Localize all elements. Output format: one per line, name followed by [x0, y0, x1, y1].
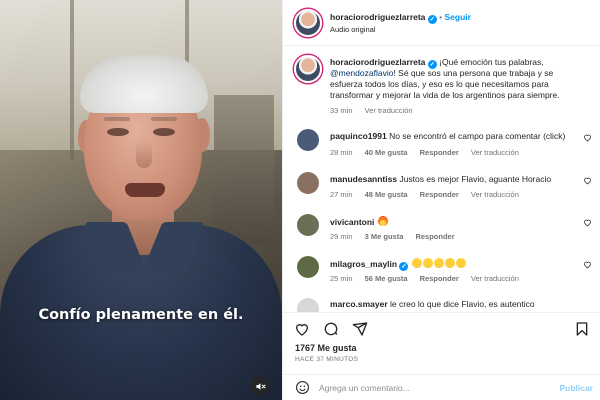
- person-eye: [107, 128, 129, 136]
- publish-button[interactable]: Publicar: [559, 383, 593, 393]
- post-timestamp: HACE 37 MINUTOS: [295, 356, 359, 363]
- post-header: horaciorodriguezlarreta ✓ • Seguir Audio…: [283, 0, 600, 46]
- caption-text: ¡Qué emoción tus palabras,: [439, 57, 544, 67]
- comment-time: 28 min: [330, 148, 353, 157]
- screaming-emoji-icon: [422, 258, 433, 268]
- screaming-emoji-icon: [455, 258, 466, 268]
- comment-text: le creo lo que dice Flavio, es autentico: [390, 299, 535, 309]
- fire-emoji-icon: [377, 216, 388, 226]
- see-translation-link[interactable]: Ver traducción: [471, 190, 519, 199]
- window-frame: [70, 0, 74, 160]
- commenter-username[interactable]: vivicantoni: [330, 217, 374, 227]
- comment-likes[interactable]: 56 Me gusta: [365, 274, 408, 283]
- comment-text: Justos es mejor Flavio, aguante Horacio: [399, 174, 552, 184]
- author-avatar[interactable]: [294, 9, 322, 37]
- caption-line-4: transformar y mejorar la vida de los arg…: [330, 90, 560, 100]
- follow-button[interactable]: Seguir: [445, 12, 471, 22]
- comment-time: 25 min: [330, 274, 353, 283]
- bookmark-icon[interactable]: [574, 321, 590, 337]
- commenter-username[interactable]: manudesanntiss: [330, 174, 397, 184]
- comment-like-heart-icon[interactable]: [583, 218, 592, 227]
- comment-meta: 27 min 48 Me gusta Responder Ver traducc…: [330, 190, 529, 199]
- comment-icon[interactable]: [323, 321, 339, 337]
- comment-meta: 25 min 56 Me gusta Responder Ver traducc…: [330, 274, 529, 283]
- post-panel: horaciorodriguezlarreta ✓ • Seguir Audio…: [282, 0, 600, 400]
- verified-badge-icon: ✓: [399, 262, 409, 271]
- person-nose: [136, 140, 152, 168]
- caption-line-3: esfuerza todos los días, y eso es lo que…: [330, 79, 549, 89]
- background-shelf: [214, 95, 274, 245]
- comment-like-heart-icon[interactable]: [583, 176, 592, 185]
- comment-row: vivicantoni: [330, 216, 388, 228]
- see-translation-link[interactable]: Ver traducción: [471, 148, 519, 157]
- caption-author-username[interactable]: horaciorodriguezlarreta: [330, 57, 425, 67]
- reel-video[interactable]: Confío plenamente en él.: [0, 0, 282, 400]
- screaming-emoji-icon: [433, 258, 444, 268]
- commenter-username[interactable]: marco.smayer: [330, 299, 388, 309]
- screaming-emoji-icon: [411, 258, 422, 268]
- commenter-username[interactable]: milagros_maylin: [330, 259, 397, 269]
- commenter-avatar[interactable]: [297, 256, 319, 278]
- comment-input[interactable]: [319, 381, 559, 395]
- speaker-muted-icon: [255, 382, 266, 390]
- reply-link[interactable]: Responder: [420, 274, 459, 283]
- comment-like-heart-icon[interactable]: [583, 260, 592, 269]
- video-caption: Confío plenamente en él.: [38, 307, 244, 323]
- caption-line-2: @mendozaflavio! Sé que sos una persona q…: [330, 68, 553, 79]
- see-translation-link[interactable]: Ver traducción: [471, 274, 519, 283]
- comment-likes[interactable]: 40 Me gusta: [365, 148, 408, 157]
- person-mouth: [125, 183, 165, 197]
- comment-row: marco.smayer le creo lo que dice Flavio,…: [330, 299, 535, 311]
- mute-button[interactable]: [250, 376, 270, 396]
- verified-badge-icon: ✓: [427, 15, 437, 24]
- post-actions-bar: [283, 312, 600, 340]
- commenter-avatar[interactable]: [297, 172, 319, 194]
- reply-link[interactable]: Responder: [420, 148, 459, 157]
- person-hair: [80, 55, 208, 113]
- audio-label[interactable]: Audio original: [330, 25, 375, 34]
- reply-link[interactable]: Responder: [415, 232, 454, 241]
- person-brow: [151, 117, 177, 121]
- commenter-username[interactable]: paquinco1991: [330, 131, 387, 141]
- commenter-avatar[interactable]: [297, 298, 319, 312]
- comment-likes[interactable]: 48 Me gusta: [365, 190, 408, 199]
- person-brow: [104, 117, 130, 121]
- comment-composer: Publicar: [283, 374, 600, 400]
- comment-likes[interactable]: 3 Me gusta: [365, 232, 404, 241]
- caption-author-avatar[interactable]: [294, 55, 322, 83]
- mention-link[interactable]: @mendozaflavio: [330, 68, 393, 78]
- heart-icon[interactable]: [294, 321, 310, 337]
- see-translation-link[interactable]: Ver traducción: [365, 106, 413, 115]
- screaming-emoji-icon: [444, 258, 455, 268]
- person-eye: [153, 128, 175, 136]
- comment-row: paquinco1991 No se encontró el campo par…: [330, 131, 565, 142]
- comment-row: milagros_maylin ✓: [330, 258, 466, 271]
- caption-time: 33 min: [330, 106, 353, 115]
- caption-meta: 33 min Ver traducción: [330, 106, 423, 115]
- caption-text: ! Sé que sos una persona que trabaja y s…: [393, 68, 554, 78]
- header-author-line: horaciorodriguezlarreta ✓ • Seguir: [330, 12, 471, 24]
- comment-text: No se encontró el campo para comentar (c…: [389, 131, 566, 141]
- likes-count[interactable]: 1767 Me gusta: [295, 343, 357, 353]
- comment-time: 29 min: [330, 232, 353, 241]
- author-username[interactable]: horaciorodriguezlarreta: [330, 12, 425, 22]
- smiley-icon[interactable]: [295, 380, 310, 395]
- share-icon[interactable]: [352, 321, 368, 337]
- comment-meta: 28 min 40 Me gusta Responder Ver traducc…: [330, 148, 529, 157]
- commenter-avatar[interactable]: [297, 214, 319, 236]
- comment-time: 27 min: [330, 190, 353, 199]
- comment-meta: 29 min 3 Me gusta Responder: [330, 232, 465, 241]
- comment-like-heart-icon[interactable]: [583, 133, 592, 142]
- commenter-avatar[interactable]: [297, 129, 319, 151]
- reply-link[interactable]: Responder: [420, 190, 459, 199]
- comment-row: manudesanntiss Justos es mejor Flavio, a…: [330, 174, 551, 185]
